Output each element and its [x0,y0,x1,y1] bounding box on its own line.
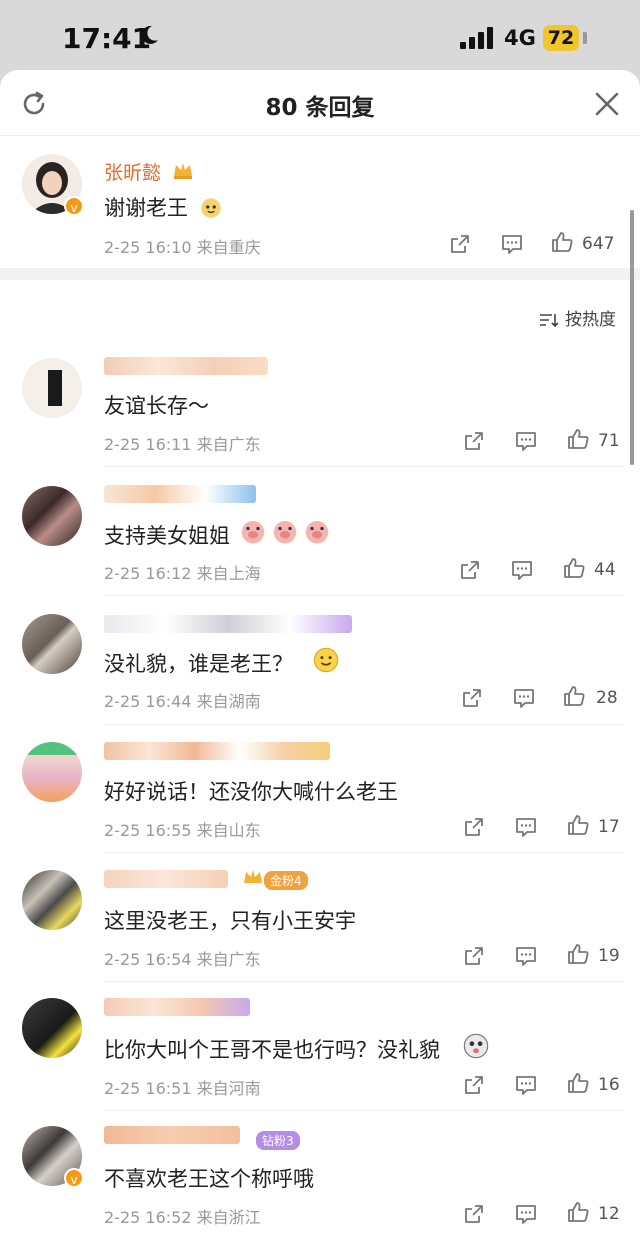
share-icon[interactable] [462,1202,486,1226]
fan-badge: 金粉4 [264,871,308,890]
battery-indicator: 72 [543,25,579,51]
username-blurred [104,615,352,633]
share-icon[interactable] [448,232,472,256]
like-icon[interactable] [550,230,574,254]
like-count: 28 [596,688,618,708]
signal-icon [460,27,493,49]
comment-icon[interactable] [512,686,536,710]
reply-meta: 2-25 16:44 来自湖南 [104,692,261,711]
row-divider [104,852,624,853]
username-blurred [104,742,330,760]
like-icon[interactable] [566,1200,590,1224]
reply-meta: 2-25 16:52 来自浙江 [104,1208,261,1227]
like-icon[interactable] [566,427,590,451]
crown-icon [244,870,262,883]
verified-icon: v [64,1168,84,1188]
like-icon[interactable] [566,942,590,966]
comment-icon[interactable] [514,1202,538,1226]
avatar[interactable] [22,742,82,802]
like-icon[interactable] [566,1071,590,1095]
row-divider [104,724,624,725]
comment-icon[interactable] [500,232,524,256]
reply-text: 好好说话！还没你大喊什么老王 [104,780,398,804]
comment-icon[interactable] [514,944,538,968]
like-icon[interactable] [562,684,586,708]
sort-icon [540,314,559,327]
row-divider [104,981,624,982]
sort-toggle[interactable]: 按热度 [539,305,616,330]
verified-icon: v [64,196,84,216]
reply-text: 这里没老王，只有小王安宇 [104,909,356,933]
reply-text: 支持美女姐姐 [104,524,230,548]
avatar[interactable] [22,486,82,546]
sheet-header: 80 条回复 [0,70,640,136]
username-blurred [104,485,256,503]
share-icon[interactable] [458,558,482,582]
battery-tip [583,32,587,44]
reply-text: 不喜欢老王这个称呼哦 [104,1167,314,1191]
like-count: 16 [598,1075,620,1095]
row-divider [104,466,624,467]
username-blurred [104,1126,240,1144]
share-icon[interactable] [462,944,486,968]
row-divider [104,1110,624,1111]
avatar[interactable] [22,358,82,418]
avatar[interactable] [22,998,82,1058]
section-divider [0,268,640,280]
dog-emoji-icon [463,1033,489,1059]
fan-badge: 钻粉3 [256,1131,300,1150]
like-icon[interactable] [562,556,586,580]
share-icon[interactable] [460,686,484,710]
reply-text: 比你大叫个王哥不是也行吗？没礼貌 [104,1038,440,1062]
sort-label: 按热度 [565,310,616,330]
reply-sheet: 80 条回复 v 张昕懿 谢谢老王 2-25 16:10 来自重庆 647 按热… [0,70,640,1245]
like-count: 17 [598,817,620,837]
username-blurred [104,998,250,1016]
like-count: 19 [598,946,620,966]
reply-meta: 2-25 16:12 来自上海 [104,564,261,583]
like-count: 12 [598,1204,620,1224]
reply-meta: 2-25 16:55 来自山东 [104,821,261,840]
moon-icon [141,25,158,44]
like-icon[interactable] [566,813,590,837]
share-icon[interactable] [462,429,486,453]
username-blurred [104,870,228,888]
pig-emoji-icon [273,521,297,544]
reply-meta: 2-25 16:11 来自广东 [104,435,261,454]
like-count: 44 [594,560,616,580]
sheet-title: 80 条回复 [265,95,375,121]
row-divider [104,595,624,596]
like-count: 71 [598,431,620,451]
share-icon[interactable] [462,1073,486,1097]
share-icon[interactable] [462,815,486,839]
smile-emoji-icon [313,647,339,673]
comment-icon[interactable] [514,815,538,839]
scrollbar[interactable] [630,210,634,465]
comment-icon[interactable] [514,1073,538,1097]
comment-meta: 2-25 16:10 来自重庆 [104,238,261,257]
username-blurred [104,357,268,375]
reply-meta: 2-25 16:54 来自广东 [104,950,261,969]
like-count: 647 [582,234,615,254]
pig-emoji-icon [241,521,265,544]
reply-meta: 2-25 16:51 来自河南 [104,1079,261,1098]
status-bar: 17:41 4G 72 [0,0,640,76]
network-label: 4G [504,26,536,50]
avatar[interactable] [22,614,82,674]
reply-text: 友谊长存～ [104,394,209,418]
comment-icon[interactable] [510,558,534,582]
crown-icon [174,163,192,179]
username[interactable]: 张昕懿 [104,158,161,185]
close-icon[interactable] [594,91,620,117]
pig-emoji-icon [305,521,329,544]
comment-icon[interactable] [514,429,538,453]
avatar[interactable] [22,870,82,930]
comment-text: 谢谢老王 [104,196,188,220]
sticker-icon [201,198,221,218]
reply-text: 没礼貌，谁是老王？ [104,652,293,676]
